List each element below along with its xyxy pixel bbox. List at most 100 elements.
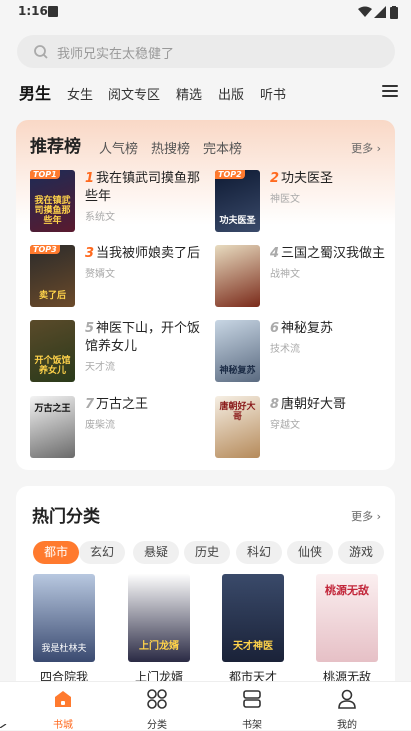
ranking-book[interactable]: TOP2 功夫医圣 2 功夫医圣 神医文 [215, 170, 395, 236]
nav-category[interactable]: 分类 [127, 688, 187, 731]
nav-bookstore[interactable]: 书城 [33, 688, 93, 731]
ranking-card: 推荐榜 人气榜 热搜榜 完本榜 更多 › TOP1 我在镇武司摸鱼那些年 1 我在… [16, 120, 395, 470]
book-title: 2 功夫医圣 [270, 170, 395, 188]
book-cover: TOP1 我在镇武司摸鱼那些年 [30, 170, 75, 232]
chip-fantasy[interactable]: 玄幻 [79, 541, 126, 564]
category-book[interactable]: 我是杜林夫 四合院我 [33, 574, 95, 685]
status-time: 1:16 [18, 4, 48, 18]
ranking-book[interactable]: 开个饭馆养女儿 5 神医下山，开个饭馆养女儿 天才流 [30, 320, 210, 386]
cover-title: 功夫医圣 [219, 216, 256, 226]
book-title: 1 我在镇武司摸鱼那些年 [85, 170, 210, 206]
nav-bookshelf[interactable]: 书架 [222, 688, 282, 731]
ranking-more-link[interactable]: 更多 › [351, 140, 381, 156]
book-title: 3 当我被师娘卖了后 [85, 245, 210, 263]
book-title: 6 神秘复苏 [270, 320, 395, 338]
profile-icon [338, 689, 356, 709]
tab-female[interactable]: 女生 [67, 84, 93, 103]
gesture-indicator [0, 724, 7, 728]
book-cover: 唐朝好大哥 [215, 396, 260, 458]
book-genre: 技术流 [270, 344, 300, 355]
search-icon [34, 45, 48, 59]
ranking-book[interactable]: TOP3 卖了后 3 当我被师娘卖了后 赘婿文 [30, 245, 210, 311]
categories-more-link[interactable]: 更多 › [351, 508, 381, 524]
nav-profile[interactable]: 我的 [317, 688, 377, 731]
rank-number: 5 [85, 321, 95, 336]
book-cover: 神秘复苏 [215, 320, 260, 382]
ranking-book[interactable]: TOP1 我在镇武司摸鱼那些年 1 我在镇武司摸鱼那些年 系统文 [30, 170, 210, 236]
rank-number: 3 [85, 246, 95, 261]
wifi-icon [358, 6, 372, 17]
book-cover: 桃源无敌 [316, 574, 378, 662]
chip-scifi[interactable]: 科幻 [236, 541, 283, 564]
rank-number: 7 [85, 397, 95, 412]
tab-audiobook[interactable]: 听书 [260, 84, 286, 103]
book-title-text: 神医下山，开个饭馆养女儿 [85, 321, 201, 354]
ranking-book[interactable]: 唐朝好大哥 8 唐朝好大哥 穿越文 [215, 396, 395, 462]
cover-title: 桃源无敌 [325, 584, 369, 597]
nav-bookshelf-label: 书架 [242, 720, 262, 731]
nav-category-label: 分类 [147, 720, 167, 731]
book-cover [215, 245, 260, 307]
ranking-book[interactable]: 神秘复苏 6 神秘复苏 技术流 [215, 320, 395, 386]
book-title-text: 万古之王 [96, 397, 149, 412]
top-badge: TOP1 [30, 170, 60, 179]
book-title-text: 神秘复苏 [281, 321, 334, 336]
cover-title: 万古之王 [34, 404, 71, 414]
category-book[interactable]: 桃源无敌 桃源无敌 [316, 574, 378, 685]
category-book[interactable]: 上门龙婿 上门龙婿 [128, 574, 190, 685]
book-title-text: 功夫医圣 [281, 171, 334, 186]
book-genre: 穿越文 [270, 420, 300, 431]
book-genre: 天才流 [85, 362, 115, 373]
subtab-hot-search[interactable]: 热搜榜 [151, 138, 190, 157]
ranking-book[interactable]: 万古之王 7 万古之王 废柴流 [30, 396, 210, 462]
book-cover: 我是杜林夫 [33, 574, 95, 662]
status-bar: 1:16 [0, 0, 411, 24]
book-genre: 战神文 [270, 269, 300, 280]
book-cover: 开个饭馆养女儿 [30, 320, 75, 382]
category-book[interactable]: 天才神医 都市天才 [222, 574, 284, 685]
rank-number: 4 [270, 246, 280, 261]
book-title: 5 神医下山，开个饭馆养女儿 [85, 320, 210, 356]
top-badge: TOP2 [215, 170, 245, 179]
rank-number: 6 [270, 321, 280, 336]
cover-title: 唐朝好大哥 [219, 402, 256, 422]
book-title-text: 唐朝好大哥 [281, 397, 347, 412]
home-icon [55, 691, 71, 707]
tab-male[interactable]: 男生 [19, 80, 51, 104]
book-title-text: 三国之蜀汉我做主 [281, 246, 386, 261]
battery-icon [390, 6, 398, 19]
ranking-more-label: 更多 [351, 142, 374, 155]
search-bar[interactable]: 我师兄实在太稳健了 [17, 35, 395, 68]
cover-title: 开个饭馆养女儿 [34, 356, 71, 376]
chip-urban[interactable]: 都市 [33, 541, 80, 564]
book-genre: 赘婿文 [85, 269, 115, 280]
ranking-book[interactable]: 4 三国之蜀汉我做主 战神文 [215, 245, 395, 311]
subtab-popular[interactable]: 人气榜 [99, 138, 138, 157]
book-title: 4 三国之蜀汉我做主 [270, 245, 395, 263]
categories-title: 热门分类 [32, 507, 100, 527]
book-cover: TOP2 功夫医圣 [215, 170, 260, 232]
notification-icon [48, 6, 58, 17]
tab-yuewen[interactable]: 阅文专区 [108, 84, 160, 103]
chip-history[interactable]: 历史 [184, 541, 231, 564]
book-cover: TOP3 卖了后 [30, 245, 75, 307]
subtab-completed[interactable]: 完本榜 [203, 138, 242, 157]
hot-categories-card: 热门分类 更多 › 都市 玄幻 悬疑 历史 科幻 仙侠 游戏 我是杜林夫 四合院… [16, 486, 395, 696]
chip-mystery[interactable]: 悬疑 [133, 541, 180, 564]
cover-title: 卖了后 [38, 291, 66, 301]
book-title: 7 万古之王 [85, 396, 210, 414]
chip-game[interactable]: 游戏 [338, 541, 385, 564]
tab-publish[interactable]: 出版 [218, 84, 244, 103]
tab-featured[interactable]: 精选 [176, 84, 202, 103]
nav-profile-label: 我的 [337, 720, 357, 731]
cover-title: 天才神医 [233, 641, 273, 652]
rank-number: 8 [270, 397, 280, 412]
search-placeholder: 我师兄实在太稳健了 [57, 47, 175, 62]
book-cover: 万古之王 [30, 396, 75, 458]
cover-title: 我是杜林夫 [41, 644, 87, 654]
book-genre: 系统文 [85, 212, 115, 223]
chip-xianxia[interactable]: 仙侠 [287, 541, 334, 564]
categories-more-label: 更多 [351, 510, 374, 523]
ranking-title: 推荐榜 [30, 137, 81, 157]
menu-icon[interactable] [382, 85, 398, 99]
